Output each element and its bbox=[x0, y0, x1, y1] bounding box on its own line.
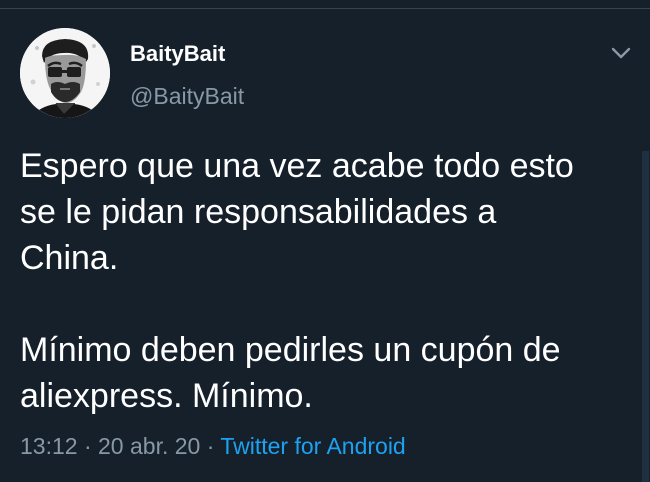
author-display-name[interactable]: BaityBait bbox=[130, 41, 225, 67]
tweet-time[interactable]: 13:12 bbox=[20, 433, 78, 459]
meta-separator: · bbox=[200, 433, 221, 459]
scrollbar[interactable] bbox=[642, 151, 649, 482]
chevron-down-icon[interactable] bbox=[609, 43, 633, 63]
tweet-text: Espero que una vez acabe todo esto se le… bbox=[20, 143, 620, 419]
tweet-source-link[interactable]: Twitter for Android bbox=[220, 433, 405, 459]
meta-separator: · bbox=[77, 433, 99, 459]
tweet-paragraph-1: Espero que una vez acabe todo esto se le… bbox=[20, 147, 574, 277]
author-handle[interactable]: @BaityBait bbox=[130, 83, 244, 109]
tweet-date[interactable]: 20 abr. 20 bbox=[98, 433, 200, 459]
tweet-card: BaityBait @BaityBait Espero que una vez … bbox=[0, 0, 650, 482]
avatar[interactable] bbox=[20, 28, 110, 118]
tweet-paragraph-2: Mínimo deben pedirles un cupón de aliexp… bbox=[20, 331, 561, 415]
tweet-meta: 13:12 · 20 abr. 20 · Twitter for Android bbox=[20, 431, 406, 461]
